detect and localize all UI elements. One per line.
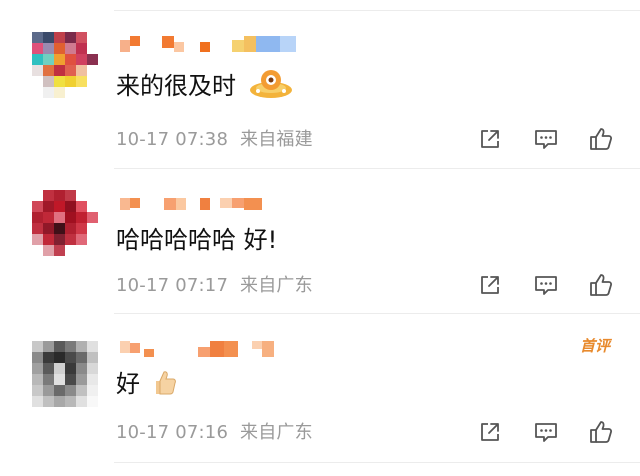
like-button[interactable] bbox=[588, 272, 614, 298]
share-button[interactable] bbox=[477, 126, 503, 152]
share-icon bbox=[481, 276, 499, 294]
divider bbox=[114, 462, 640, 463]
comment-source: 来自广东 bbox=[240, 275, 313, 296]
comment-text-content: 哈哈哈哈哈 好! bbox=[116, 226, 278, 254]
username-redacted[interactable] bbox=[116, 36, 306, 58]
comment-meta: 10-17 07:17 来自广东 bbox=[116, 275, 313, 297]
reply-button[interactable] bbox=[533, 126, 559, 152]
comment-text-content: 来的很及时 bbox=[116, 72, 236, 100]
share-icon bbox=[481, 423, 499, 441]
like-icon bbox=[590, 421, 613, 443]
avatar[interactable] bbox=[32, 341, 100, 409]
avatar[interactable] bbox=[32, 190, 100, 258]
avatar[interactable] bbox=[32, 32, 100, 100]
like-icon bbox=[590, 128, 613, 150]
share-button[interactable] bbox=[477, 419, 503, 445]
comment-meta: 10-17 07:16 来自广东 bbox=[116, 422, 313, 444]
comment-icon bbox=[535, 276, 557, 295]
first-comment-badge: 首评 bbox=[579, 337, 610, 355]
like-icon bbox=[590, 274, 613, 296]
share-button[interactable] bbox=[477, 272, 503, 298]
comment-item: 哈哈哈哈哈 好! 10-17 07:17 来自广东 bbox=[0, 168, 640, 314]
username-redacted[interactable] bbox=[116, 196, 276, 218]
comment-source: 来自广东 bbox=[240, 422, 313, 443]
ufo-emoji-icon bbox=[248, 66, 294, 108]
comment-text: 来的很及时 bbox=[116, 66, 294, 108]
comment-text: 好 bbox=[116, 368, 178, 402]
comment-time: 10-17 07:38 bbox=[116, 129, 229, 150]
comment-icon bbox=[535, 423, 557, 442]
reply-button[interactable] bbox=[533, 419, 559, 445]
comment-source: 来自福建 bbox=[240, 129, 313, 150]
comment-time: 10-17 07:16 bbox=[116, 422, 229, 443]
comment-text: 哈哈哈哈哈 好! bbox=[116, 226, 277, 254]
reply-button[interactable] bbox=[533, 272, 559, 298]
comment-meta: 10-17 07:38 来自福建 bbox=[116, 129, 313, 151]
comment-item: 来的很及时 10-17 07:38 来自福建 bbox=[0, 0, 640, 168]
thumbs-up-emoji-icon bbox=[152, 368, 178, 402]
share-icon bbox=[481, 130, 499, 148]
comment-time: 10-17 07:17 bbox=[116, 275, 229, 296]
comment-item: 首评 好 10-17 07:16 来自广东 bbox=[0, 313, 640, 463]
comment-text-content: 好 bbox=[116, 370, 140, 398]
like-button[interactable] bbox=[588, 126, 614, 152]
comment-icon bbox=[535, 130, 557, 149]
like-button[interactable] bbox=[588, 419, 614, 445]
username-redacted[interactable] bbox=[116, 341, 286, 363]
